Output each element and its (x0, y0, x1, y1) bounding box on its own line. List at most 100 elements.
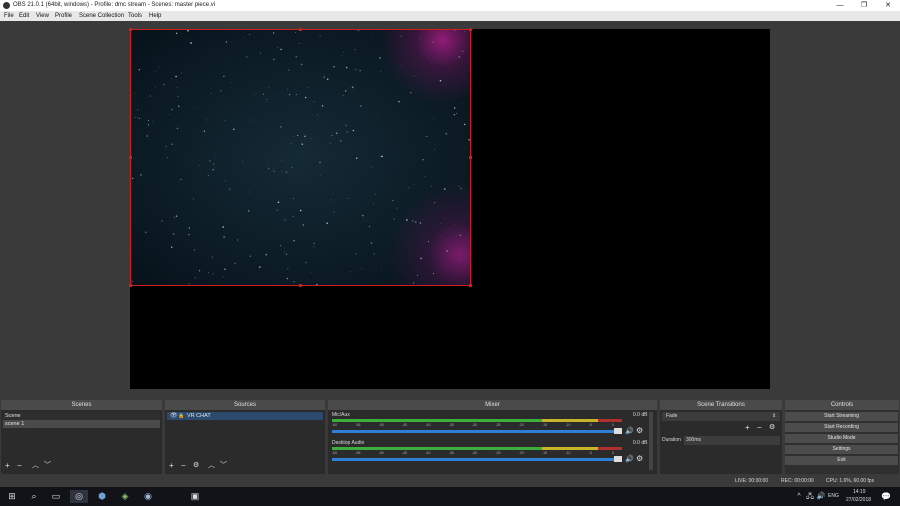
windows-start-icon[interactable]: ⊞ (5, 490, 19, 503)
star (354, 254, 356, 255)
mixer-channel-name: Desktop Audio (332, 440, 365, 446)
star (272, 168, 274, 170)
move-down-icon[interactable]: ﹀ (44, 461, 51, 471)
menu-view[interactable]: View (36, 11, 49, 21)
star (170, 246, 173, 248)
move-up-icon[interactable]: ︿ (32, 461, 39, 471)
star (396, 207, 398, 209)
maximize-button[interactable]: ❐ (852, 0, 876, 11)
resize-handle[interactable] (469, 156, 472, 159)
add-scene-icon[interactable]: + (5, 461, 10, 471)
star (342, 55, 343, 56)
steam-icon[interactable]: ⬢ (95, 490, 109, 503)
star (188, 234, 190, 236)
menu-tools[interactable]: Tools (128, 11, 142, 21)
speaker-icon[interactable]: 🔊 (625, 427, 634, 435)
menu-edit[interactable]: Edit (19, 11, 29, 21)
resize-handle[interactable] (469, 284, 472, 287)
window-titlebar: OBS 21.0.1 (64bit, windows) - Profile: d… (0, 0, 900, 11)
scene-item[interactable]: scene 1 (3, 420, 160, 428)
remove-scene-icon[interactable]: − (17, 461, 22, 471)
star (137, 117, 139, 118)
star (281, 159, 283, 161)
source-properties-gear-icon[interactable]: ⚙ (193, 461, 199, 471)
volume-slider[interactable] (332, 430, 622, 433)
resize-handle[interactable] (129, 156, 132, 159)
star (297, 134, 299, 136)
language-indicator[interactable]: ENG (828, 493, 839, 499)
meter-scale: -60 -55 -50 -45 -40 -35 -30 -25 -20 -15 -10 -5 0 (332, 451, 622, 456)
speaker-icon[interactable]: 🔊 (625, 455, 634, 463)
browser-icon[interactable]: ◉ (141, 490, 155, 503)
scenes-header: Scenes (1, 400, 162, 410)
resize-handle[interactable] (469, 28, 472, 31)
move-down-icon[interactable]: ﹀ (220, 461, 227, 471)
meter-scale-tick: -10 (565, 451, 571, 455)
star (379, 57, 381, 59)
star (338, 128, 340, 130)
notifications-icon[interactable]: 💬 (879, 490, 893, 503)
scene-item[interactable]: Scene (3, 412, 160, 420)
duration-input[interactable]: 300ms (684, 436, 780, 445)
star (212, 169, 214, 171)
window-icon[interactable]: ▣ (188, 490, 202, 503)
menu-file[interactable]: File (4, 11, 14, 21)
star (131, 177, 134, 180)
remove-transition-icon[interactable]: − (757, 423, 762, 433)
exit-button[interactable]: Exit (785, 456, 898, 465)
volume-slider-handle[interactable] (614, 428, 622, 434)
volume-slider[interactable] (332, 458, 622, 461)
star (287, 267, 289, 270)
meter-scale-tick: -40 (425, 423, 431, 427)
mixer-scrollbar[interactable] (649, 412, 653, 470)
add-source-icon[interactable]: + (169, 461, 174, 471)
star (165, 145, 167, 148)
star (412, 220, 414, 222)
resize-handle[interactable] (299, 28, 302, 31)
resize-handle[interactable] (299, 284, 302, 287)
clock-time[interactable]: 14:19 (853, 489, 866, 495)
star (187, 30, 189, 32)
star (286, 253, 288, 255)
star (181, 72, 183, 74)
star (422, 159, 424, 161)
studio-mode-button[interactable]: Studio Mode (785, 434, 898, 443)
start-recording-button[interactable]: Start Recording (785, 423, 898, 432)
transition-settings-gear-icon[interactable]: ⚙ (769, 423, 775, 433)
clock-date[interactable]: 27/02/2018 (846, 497, 871, 503)
move-up-icon[interactable]: ︿ (208, 461, 215, 471)
star (163, 83, 165, 86)
visibility-eye-icon[interactable]: 👁 (170, 412, 178, 420)
source-item[interactable]: VR CHAT (167, 412, 323, 420)
resize-handle[interactable] (129, 284, 132, 287)
star (224, 268, 226, 270)
transition-select[interactable]: Fade (662, 412, 780, 421)
star (352, 129, 355, 132)
star (172, 233, 175, 235)
minimize-button[interactable]: — (828, 0, 852, 11)
menu-profile[interactable]: Profile (55, 11, 72, 21)
selected-source-preview[interactable] (130, 29, 471, 286)
channel-settings-gear-icon[interactable]: ⚙ (636, 426, 643, 435)
menu-scene-collection[interactable]: Scene Collection (79, 11, 124, 21)
volume-icon[interactable]: 🔊 (814, 490, 828, 503)
add-transition-icon[interactable]: + (745, 423, 750, 433)
star (428, 241, 429, 243)
lock-icon[interactable]: 🔒 (178, 412, 184, 420)
app-icon[interactable]: ◈ (118, 490, 132, 503)
settings-button[interactable]: Settings (785, 445, 898, 454)
star (157, 256, 158, 257)
remove-source-icon[interactable]: − (181, 461, 186, 471)
resize-handle[interactable] (129, 28, 132, 31)
menu-help[interactable]: Help (149, 11, 161, 21)
obs-taskbar-icon[interactable]: ◎ (70, 490, 88, 503)
start-streaming-button[interactable]: Start Streaming (785, 412, 898, 421)
star (323, 76, 325, 78)
volume-slider-handle[interactable] (614, 456, 622, 462)
star (144, 231, 147, 234)
star (140, 174, 142, 176)
search-icon[interactable]: ⌕ (27, 490, 41, 503)
channel-settings-gear-icon[interactable]: ⚙ (636, 454, 643, 463)
close-button[interactable]: ✕ (876, 0, 900, 11)
task-view-icon[interactable]: ▭ (49, 490, 63, 503)
